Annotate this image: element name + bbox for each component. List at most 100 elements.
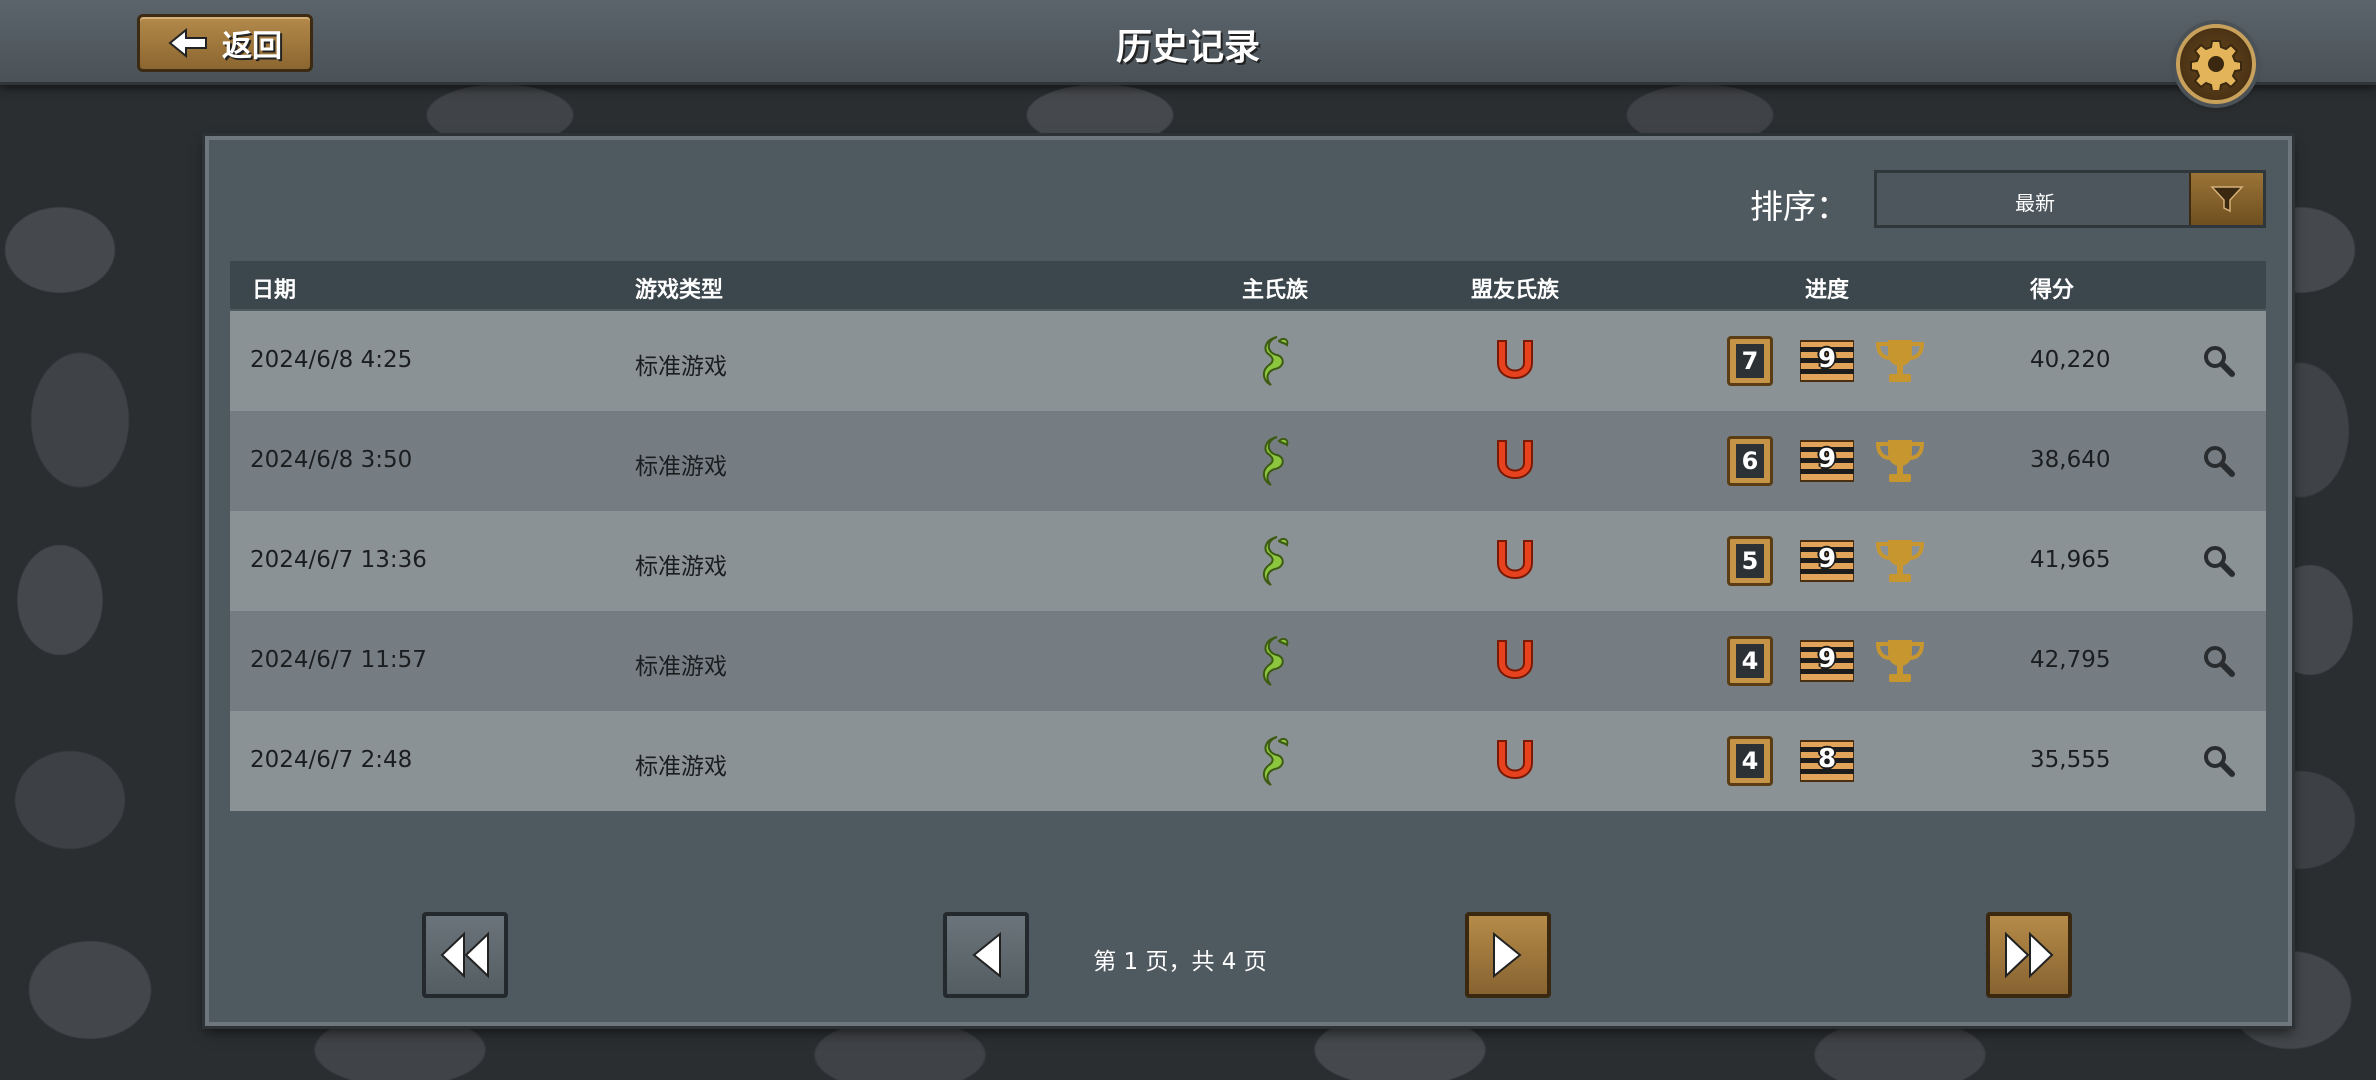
level-badge-icon: 7 [1727, 336, 1773, 386]
table-row[interactable]: 2024/6/8 3:50 标准游戏 6 9 38,640 [230, 411, 2266, 511]
col-main-clan: 主氏族 [1241, 278, 1309, 303]
stripe-value: 9 [1817, 644, 1837, 674]
ally-clan [1492, 535, 1538, 589]
sort-label: 排序： [1750, 187, 1849, 226]
stripe-value: 9 [1817, 444, 1837, 474]
striped-banner-icon: 8 [1800, 739, 1854, 783]
trophy [1874, 436, 1926, 490]
trophy-icon [1875, 340, 1925, 382]
sort-dropdown-button[interactable] [2189, 173, 2263, 225]
col-score: 得分 [2030, 278, 2075, 303]
row-score: 40,220 [2030, 347, 2111, 373]
striped-banner-icon: 9 [1800, 439, 1854, 483]
col-game-type: 游戏类型 [635, 278, 724, 303]
striped-banner-icon: 9 [1800, 339, 1854, 383]
level-badge-icon: 4 [1727, 636, 1773, 686]
main-clan [1235, 333, 1315, 389]
magnifier-icon [2204, 346, 2235, 377]
top-bar: 返回 历史记录 [0, 0, 2376, 85]
row-game-type: 标准游戏 [635, 354, 727, 380]
trophy [1874, 536, 1926, 590]
red-horseshoe-clan-icon [1497, 640, 1533, 679]
magnifier-icon [2204, 546, 2235, 577]
main-clan [1235, 433, 1315, 489]
magnifier-icon [2204, 746, 2235, 777]
sort-value: 最新 [2015, 191, 2055, 215]
filter-icon [2210, 186, 2244, 213]
stripe-value: 8 [1817, 744, 1837, 774]
row-game-type: 标准游戏 [635, 554, 727, 580]
row-score: 38,640 [2030, 447, 2111, 473]
green-leaf-clan-icon [1263, 336, 1289, 386]
view-details-button[interactable] [2202, 644, 2236, 682]
table-row[interactable]: 2024/6/7 11:57 标准游戏 4 9 42,795 [230, 611, 2266, 711]
level-badge-icon: 5 [1727, 536, 1773, 586]
view-details-button[interactable] [2202, 744, 2236, 782]
green-leaf-clan-icon [1263, 736, 1289, 786]
table-row[interactable]: 2024/6/7 13:36 标准游戏 5 9 41,965 [230, 511, 2266, 611]
row-score: 35,555 [2030, 747, 2111, 773]
table-row[interactable]: 2024/6/7 2:48 标准游戏 4 8 35,555 [230, 711, 2266, 811]
row-game-type: 标准游戏 [635, 754, 727, 780]
stripe-value: 9 [1817, 344, 1837, 374]
col-progress: 进度 [1804, 278, 1850, 303]
level-value: 4 [1736, 744, 1764, 778]
red-horseshoe-clan-icon [1497, 340, 1533, 379]
level-badge-icon: 6 [1727, 436, 1773, 486]
view-details-button[interactable] [2202, 544, 2236, 582]
stripe-value: 9 [1817, 544, 1837, 574]
last-page-button[interactable] [1986, 912, 2072, 998]
row-score: 42,795 [2030, 647, 2111, 673]
table-header: 日期 游戏类型 主氏族 盟友氏族 进度 得分 [230, 261, 2266, 309]
striped-banner-icon: 9 [1800, 639, 1854, 683]
view-details-button[interactable] [2202, 444, 2236, 482]
green-leaf-clan-icon [1263, 636, 1289, 686]
red-horseshoe-clan-icon [1497, 740, 1533, 779]
next-page-button[interactable] [1465, 912, 1551, 998]
trophy-icon [1875, 640, 1925, 682]
ally-clan [1492, 335, 1538, 389]
page-title: 历史记录 [1115, 27, 1260, 68]
row-date: 2024/6/7 13:36 [250, 547, 427, 573]
green-leaf-clan-icon [1263, 436, 1289, 486]
table-row[interactable]: 2024/6/8 4:25 标准游戏 7 9 40,220 [230, 311, 2266, 411]
main-clan [1235, 533, 1315, 589]
view-details-button[interactable] [2202, 344, 2236, 382]
col-ally-clan: 盟友氏族 [1470, 278, 1560, 303]
page-info: 第 1 页，共 4 页 [1093, 949, 1267, 975]
main-clan [1235, 733, 1315, 789]
settings-button[interactable] [2176, 24, 2256, 104]
magnifier-icon [2204, 646, 2235, 677]
level-value: 5 [1736, 544, 1764, 578]
level-badge-icon: 4 [1727, 736, 1773, 786]
trophy-icon [1875, 440, 1925, 482]
ally-clan [1492, 735, 1538, 789]
striped-banner-icon: 9 [1800, 539, 1854, 583]
row-score: 41,965 [2030, 547, 2111, 573]
row-date: 2024/6/8 3:50 [250, 447, 413, 473]
row-date: 2024/6/8 4:25 [250, 347, 413, 373]
red-horseshoe-clan-icon [1497, 540, 1533, 579]
row-date: 2024/6/7 11:57 [250, 647, 427, 673]
double-right-arrow-icon [2005, 931, 2054, 979]
gear-icon [2190, 40, 2242, 90]
row-date: 2024/6/7 2:48 [250, 747, 413, 773]
green-leaf-clan-icon [1263, 536, 1289, 586]
right-arrow-icon [1493, 931, 1522, 979]
first-page-button[interactable] [422, 912, 508, 998]
trophy [1874, 336, 1926, 390]
main-clan [1235, 633, 1315, 689]
red-horseshoe-clan-icon [1497, 440, 1533, 479]
col-date: 日期 [252, 278, 297, 303]
sort-dropdown[interactable]: 最新 [1874, 170, 2266, 228]
level-value: 7 [1736, 344, 1764, 378]
double-left-arrow-icon [440, 931, 489, 979]
ally-clan [1492, 435, 1538, 489]
trophy-icon [1875, 540, 1925, 582]
row-game-type: 标准游戏 [635, 654, 727, 680]
magnifier-icon [2204, 446, 2235, 477]
level-value: 4 [1736, 644, 1764, 678]
trophy [1874, 636, 1926, 690]
level-value: 6 [1736, 444, 1764, 478]
ally-clan [1492, 635, 1538, 689]
